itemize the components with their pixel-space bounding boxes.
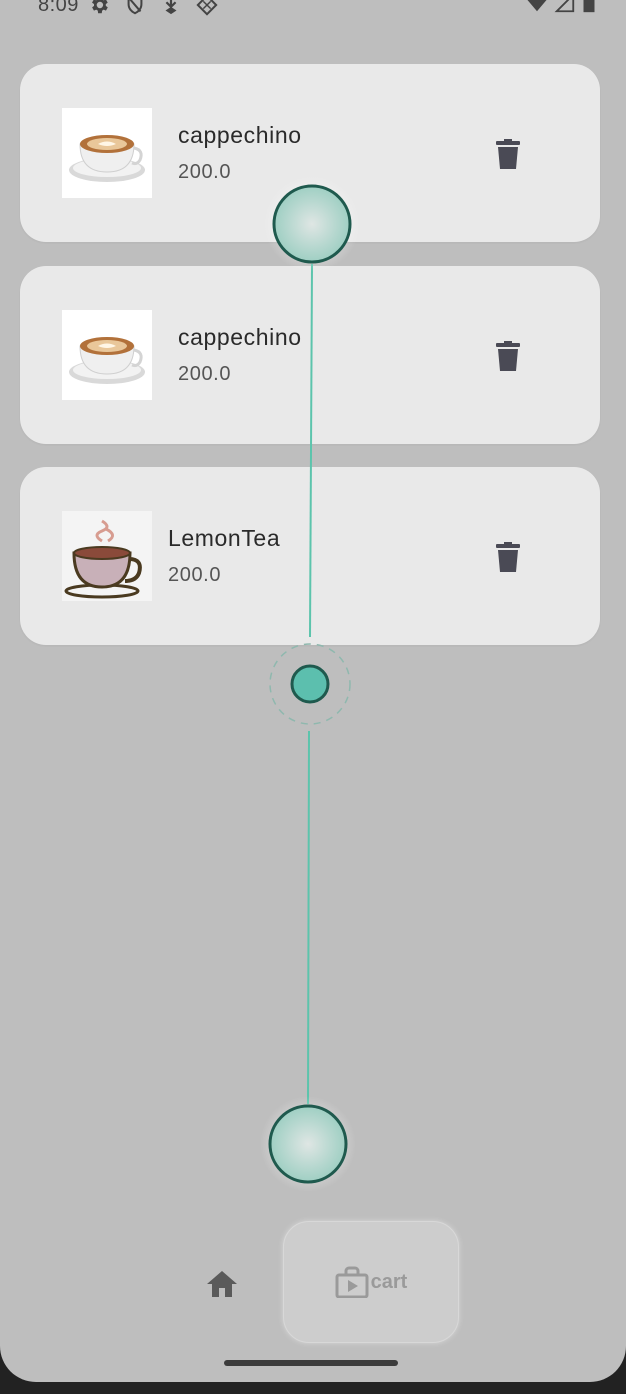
cart-item-card[interactable]: LemonTea 200.0 [20, 467, 600, 645]
system-home-indicator[interactable] [224, 1360, 398, 1366]
home-nav-button[interactable] [200, 1262, 244, 1306]
app-screen: 8:09 cappechino 200.0 cappechino 200.0 L… [0, 0, 626, 1382]
cart-nav-button[interactable]: cart [283, 1221, 459, 1343]
item-name: cappechino [178, 324, 302, 350]
gear-icon [92, 0, 108, 14]
download-icon [165, 0, 177, 15]
cart-item-card[interactable]: cappechino 200.0 [20, 266, 600, 444]
home-icon [207, 1271, 237, 1297]
item-price: 200.0 [178, 161, 232, 183]
bottom-nav: cart [0, 1210, 626, 1360]
item-price: 200.0 [168, 564, 222, 586]
trash-icon [496, 542, 520, 572]
status-icons-left [88, 0, 218, 16]
status-icons-right [526, 0, 596, 14]
item-name: cappechino [178, 122, 302, 148]
item-name: LemonTea [168, 525, 281, 551]
trash-icon [496, 341, 520, 371]
battery-icon [583, 0, 595, 13]
diamond-icon [196, 0, 218, 16]
cart-nav-label: cart [370, 1270, 408, 1293]
status-time: 8:09 [38, 0, 79, 16]
tea-cup-image [62, 511, 152, 601]
cart-item-card[interactable]: cappechino 200.0 [20, 64, 600, 242]
wifi-icon [527, 0, 547, 12]
shopping-bag-play-icon [335, 1266, 369, 1298]
cappuccino-image [62, 108, 152, 198]
shield-icon [127, 0, 143, 15]
cappuccino-image [62, 310, 152, 400]
delete-button[interactable] [488, 537, 528, 577]
signal-icon [554, 0, 575, 13]
status-bar: 8:09 [0, 0, 626, 24]
trash-icon [496, 139, 520, 169]
item-price: 200.0 [178, 363, 232, 385]
delete-button[interactable] [488, 336, 528, 376]
delete-button[interactable] [488, 134, 528, 174]
